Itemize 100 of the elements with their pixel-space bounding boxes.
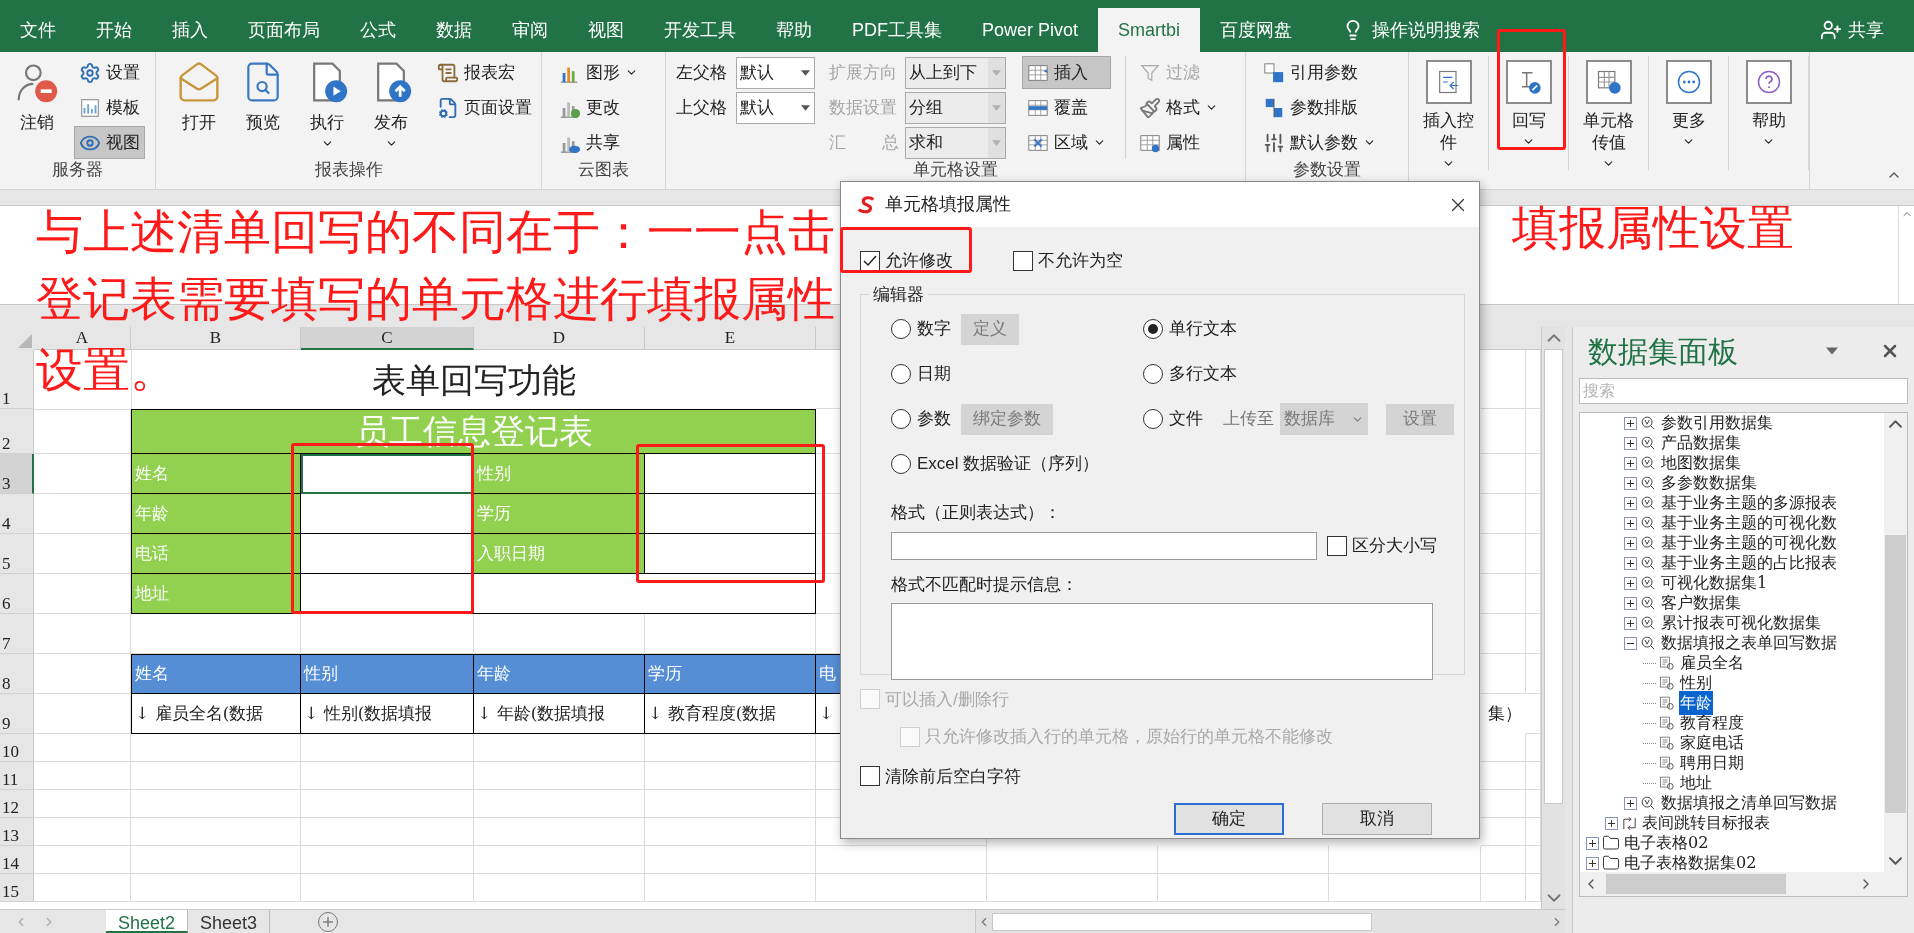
ribbon-tab[interactable]: Smartbi bbox=[1098, 8, 1201, 52]
column-header[interactable]: D bbox=[474, 327, 645, 350]
sheet-title: 表单回写功能 bbox=[372, 359, 576, 400]
ribbon-button[interactable]: 属性 bbox=[1134, 126, 1223, 159]
column-header[interactable]: C bbox=[301, 327, 474, 350]
column-heading: 学历 bbox=[645, 654, 816, 694]
form-label: 电话 bbox=[131, 534, 301, 574]
ribbon-tab[interactable]: 数据 bbox=[416, 8, 492, 52]
table-cell: ↓ 雇员全名(数据 bbox=[131, 694, 301, 734]
tell-me-search[interactable]: 操作说明搜索 bbox=[1372, 16, 1481, 44]
row-header[interactable]: 2 bbox=[0, 409, 34, 454]
cell-text: 集） bbox=[1488, 702, 1522, 726]
ribbon-button[interactable]: 单元格传值 bbox=[1577, 56, 1640, 170]
ribbon-button[interactable]: 视图 bbox=[74, 126, 145, 159]
field-label: 格式不匹配时提示信息： bbox=[891, 573, 1079, 596]
tree-item[interactable]: 年龄 bbox=[1679, 691, 1713, 715]
radio-label: 文件 bbox=[1169, 408, 1203, 431]
row-header[interactable]: 12 bbox=[0, 790, 34, 818]
row-header[interactable]: 3 bbox=[0, 454, 34, 494]
ribbon-button[interactable]: 更多 bbox=[1657, 56, 1720, 170]
ribbon-button[interactable]: 共享 bbox=[554, 126, 665, 159]
group-label: 单元格设置 bbox=[913, 161, 998, 179]
annotation-text: 设置。 bbox=[36, 350, 177, 390]
ribbon-button[interactable]: 设置 bbox=[74, 56, 145, 89]
ribbon-tab[interactable]: 审阅 bbox=[492, 8, 568, 52]
ribbon-tab[interactable]: 插入 bbox=[152, 8, 228, 52]
ribbon-tab[interactable]: 页面布局 bbox=[228, 8, 340, 52]
checkbox-label: 允许修改 bbox=[885, 250, 953, 272]
row-header[interactable]: 15 bbox=[0, 874, 34, 902]
radio-label: 数字 bbox=[917, 318, 951, 341]
group-label: 服务器 bbox=[52, 161, 103, 179]
dialog-title: 单元格填报属性 bbox=[885, 193, 1011, 216]
row-header[interactable]: 13 bbox=[0, 818, 34, 846]
table-cell: ↓ 年龄(数据填报 bbox=[474, 694, 645, 734]
checkbox-label: 区分大小写 bbox=[1352, 534, 1437, 557]
ribbon-tab[interactable]: 帮助 bbox=[756, 8, 832, 52]
share-button[interactable]: 共享 bbox=[1820, 8, 1884, 52]
ribbon-button[interactable]: 更改 bbox=[554, 91, 665, 124]
sheet-tab[interactable]: Sheet2 bbox=[106, 910, 189, 933]
ribbon-button[interactable]: 引用参数 bbox=[1258, 56, 1408, 89]
radio-label: Excel 数据验证（序列） bbox=[917, 453, 1100, 476]
radio-label: 参数 bbox=[917, 408, 951, 431]
group-label: 报表操作 bbox=[314, 161, 383, 179]
row-header[interactable]: 6 bbox=[0, 574, 34, 614]
ribbon-button[interactable]: 报表宏 bbox=[432, 56, 537, 89]
search-field[interactable]: 搜索 bbox=[1579, 378, 1908, 404]
row-header[interactable]: 5 bbox=[0, 534, 34, 574]
field-label: 左父格 bbox=[676, 61, 728, 84]
dropdown[interactable]: 默认 bbox=[736, 56, 815, 89]
row-header[interactable]: 9 bbox=[0, 694, 34, 734]
ribbon-tab[interactable]: 百度网盘 bbox=[1200, 8, 1313, 52]
ribbon-button[interactable]: 注销 bbox=[6, 56, 68, 159]
ribbon-tab[interactable]: 公式 bbox=[340, 8, 416, 52]
row-header[interactable]: 7 bbox=[0, 614, 34, 654]
ribbon-button[interactable]: 页面设置 bbox=[432, 91, 537, 124]
ribbon-button[interactable]: 打开 bbox=[168, 56, 230, 150]
form-label: 地址 bbox=[131, 574, 301, 614]
dropdown[interactable]: 默认 bbox=[736, 91, 815, 124]
ribbon-tab[interactable]: Power Pivot bbox=[962, 8, 1099, 52]
form-label: 入职日期 bbox=[474, 534, 645, 574]
dialog-button[interactable]: 取消 bbox=[1322, 803, 1432, 835]
group-legend: 编辑器 bbox=[869, 281, 928, 307]
ribbon-button[interactable]: 发布 bbox=[360, 56, 422, 150]
ribbon-button[interactable]: 模板 bbox=[74, 91, 145, 124]
row-header[interactable]: 8 bbox=[0, 654, 34, 694]
field-label: 上传至 bbox=[1223, 408, 1274, 431]
ribbon-button[interactable]: 图形 bbox=[554, 56, 665, 89]
sheet-tab[interactable]: Sheet3 bbox=[188, 910, 271, 933]
ribbon-button[interactable]: 格式 bbox=[1134, 91, 1223, 124]
ribbon-tab[interactable]: 文件 bbox=[0, 8, 76, 52]
radio-label: 日期 bbox=[917, 363, 951, 386]
ribbon-tab[interactable]: 开始 bbox=[76, 8, 152, 52]
row-header[interactable]: 11 bbox=[0, 762, 34, 790]
column-heading: 年龄 bbox=[474, 654, 645, 694]
ribbon-tab[interactable]: 开发工具 bbox=[644, 8, 756, 52]
dialog-button[interactable]: 确定 bbox=[1174, 803, 1284, 835]
ribbon-button[interactable]: 回写 bbox=[1497, 56, 1560, 170]
row-header[interactable]: 10 bbox=[0, 734, 34, 762]
column-header[interactable]: B bbox=[131, 327, 301, 350]
ribbon-button[interactable]: 帮助 bbox=[1737, 56, 1800, 170]
column-heading: 性别 bbox=[301, 654, 474, 694]
radio-label: 多行文本 bbox=[1169, 363, 1237, 386]
ribbon-button[interactable]: 区域 bbox=[1022, 126, 1111, 159]
field-label: 数据设置 bbox=[829, 96, 898, 119]
row-header[interactable]: 1 bbox=[0, 350, 34, 409]
ribbon-tab[interactable]: 视图 bbox=[568, 8, 644, 52]
field-label: 汇 总 bbox=[829, 131, 899, 154]
ribbon-button[interactable]: 预览 bbox=[232, 56, 294, 150]
row-header[interactable]: 4 bbox=[0, 494, 34, 534]
ribbon-button[interactable]: 默认参数 bbox=[1258, 126, 1408, 159]
column-heading: 姓名 bbox=[131, 654, 301, 694]
ribbon-tab[interactable]: PDF工具集 bbox=[832, 8, 962, 52]
table-cell: ↓ 教育程度(数据 bbox=[645, 694, 816, 734]
ribbon-button[interactable]: 参数排版 bbox=[1258, 91, 1408, 124]
ribbon-button[interactable]: 执行 bbox=[296, 56, 358, 150]
column-header[interactable]: E bbox=[645, 327, 816, 350]
ribbon-button[interactable]: 覆盖 bbox=[1022, 91, 1111, 124]
row-header[interactable]: 14 bbox=[0, 846, 34, 874]
ribbon-button[interactable]: 插入控件 bbox=[1417, 56, 1480, 170]
ribbon-button[interactable]: 插入 bbox=[1022, 56, 1111, 89]
